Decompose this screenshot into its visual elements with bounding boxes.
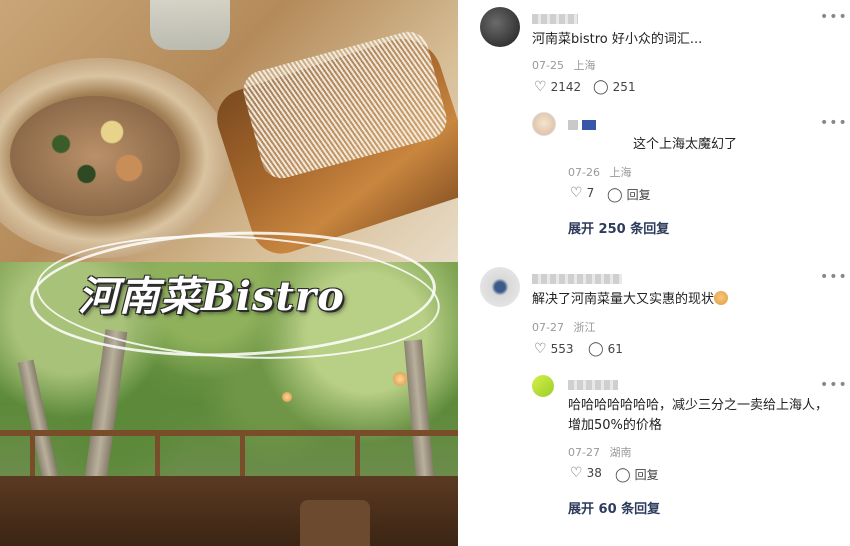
reply-location: 湖南: [609, 446, 632, 459]
avatar[interactable]: [532, 112, 556, 136]
avatar[interactable]: [480, 267, 520, 307]
comment-meta: 07-27 浙江: [532, 319, 595, 335]
post-photo: 河南菜Bistro: [0, 0, 458, 546]
reply-label: 回复: [626, 188, 651, 202]
reply-button[interactable]: ◯ 回复: [615, 466, 659, 483]
like-button[interactable]: ♡ 38: [570, 466, 602, 480]
comment-meta: 07-25 上海: [532, 57, 595, 73]
reply-text: 这个上海太魔幻了: [633, 137, 738, 152]
reply-text: 哈哈哈哈哈哈哈，减少三分之一卖给上海人， 增加50%的价格: [568, 398, 829, 433]
reply-count: 61: [607, 342, 623, 356]
reply-meta: 07-26 上海: [568, 164, 631, 180]
heart-icon: ♡: [570, 465, 583, 481]
comment-icon: ◯: [615, 466, 631, 483]
more-icon[interactable]: •••: [820, 116, 848, 130]
more-icon[interactable]: •••: [820, 378, 848, 392]
reply-label: 回复: [634, 468, 659, 482]
comment-icon: ◯: [588, 341, 604, 357]
comments-panel: ••• 河南菜bistro 好小众的词汇... 07-25 上海 ♡ 2142 …: [460, 0, 850, 546]
heart-icon: ♡: [570, 185, 583, 201]
like-count: 2142: [550, 80, 582, 94]
username-redacted[interactable]: [568, 118, 596, 130]
heart-icon: ♡: [534, 341, 547, 357]
username-redacted[interactable]: [568, 378, 618, 390]
reply-date: 07-27: [568, 446, 600, 459]
like-button[interactable]: ♡ 7: [570, 186, 594, 200]
comment-icon: ◯: [593, 79, 609, 95]
like-count: 38: [586, 466, 602, 480]
reply-button[interactable]: ◯ 回复: [607, 186, 651, 203]
comment-icon: ◯: [607, 186, 623, 203]
like-button[interactable]: ♡ 553: [534, 342, 573, 356]
reply-date: 07-26: [568, 166, 600, 179]
comment-date: 07-25: [532, 59, 564, 72]
title-overlay: 河南菜Bistro: [27, 224, 443, 369]
comment-location: 上海: [573, 59, 596, 72]
reply-count: 251: [612, 80, 636, 94]
expand-replies-button[interactable]: 展开 60 条回复: [568, 498, 660, 517]
heart-icon: ♡: [534, 79, 547, 95]
glass-cup: [150, 0, 230, 50]
hanging-lantern: [282, 392, 292, 402]
comment-date: 07-27: [532, 321, 564, 334]
avatar[interactable]: [532, 375, 554, 397]
more-icon[interactable]: •••: [820, 10, 848, 24]
balcony-rail: [0, 430, 458, 436]
reply-location: 上海: [609, 166, 632, 179]
fried-rice: [10, 96, 180, 216]
username-redacted[interactable]: [532, 272, 622, 284]
expand-replies-button[interactable]: 展开 250 条回复: [568, 218, 669, 237]
comment-text: 河南菜bistro 好小众的词汇...: [532, 32, 703, 47]
emoji-icon: [714, 291, 729, 305]
comment-location: 浙江: [573, 321, 596, 334]
like-count: 553: [550, 342, 574, 356]
avatar[interactable]: [480, 7, 520, 47]
reply-button[interactable]: ◯ 61: [588, 342, 623, 356]
chair: [300, 500, 370, 546]
hanging-lantern: [393, 372, 407, 386]
reply-meta: 07-27 湖南: [568, 444, 631, 460]
like-button[interactable]: ♡ 2142: [534, 80, 581, 94]
photo-title: 河南菜Bistro: [78, 273, 345, 320]
comment-text: 解决了河南菜量大又实惠的现状: [532, 290, 729, 310]
wooden-table: [0, 476, 458, 546]
reply-button[interactable]: ◯ 251: [593, 80, 636, 94]
like-count: 7: [586, 186, 595, 200]
username-redacted[interactable]: [532, 12, 578, 24]
more-icon[interactable]: •••: [820, 270, 848, 284]
